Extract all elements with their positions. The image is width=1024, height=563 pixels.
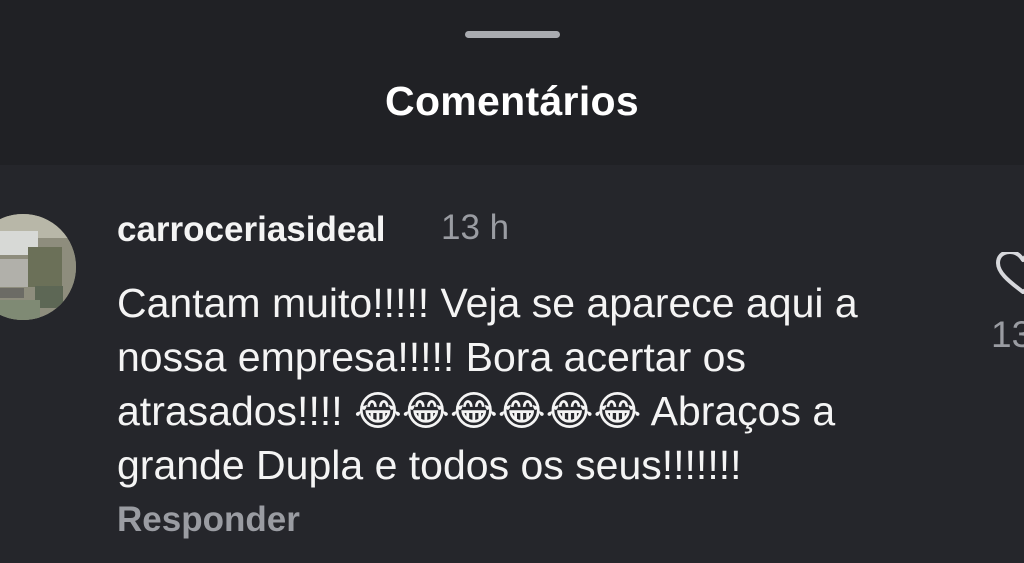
comment-time: 13 h <box>441 208 510 247</box>
avatar[interactable] <box>0 214 76 320</box>
drag-handle[interactable] <box>465 31 560 38</box>
comment-username[interactable]: carroceriasideal <box>117 210 386 250</box>
heart-icon <box>996 250 1024 294</box>
comment-text: Cantam muito!!!!! Veja se aparece aqui a… <box>117 280 870 488</box>
comments-header: Comentários <box>0 0 1024 165</box>
reply-button[interactable]: Responder <box>117 500 300 540</box>
comments-sheet: Comentários carroceriasideal 13 h Cantam… <box>0 0 1024 563</box>
profile-photo-image <box>0 214 76 320</box>
like-count: 13 <box>991 314 1024 355</box>
sheet-title: Comentários <box>385 78 639 124</box>
heart-outline-icon[interactable] <box>993 250 1024 296</box>
